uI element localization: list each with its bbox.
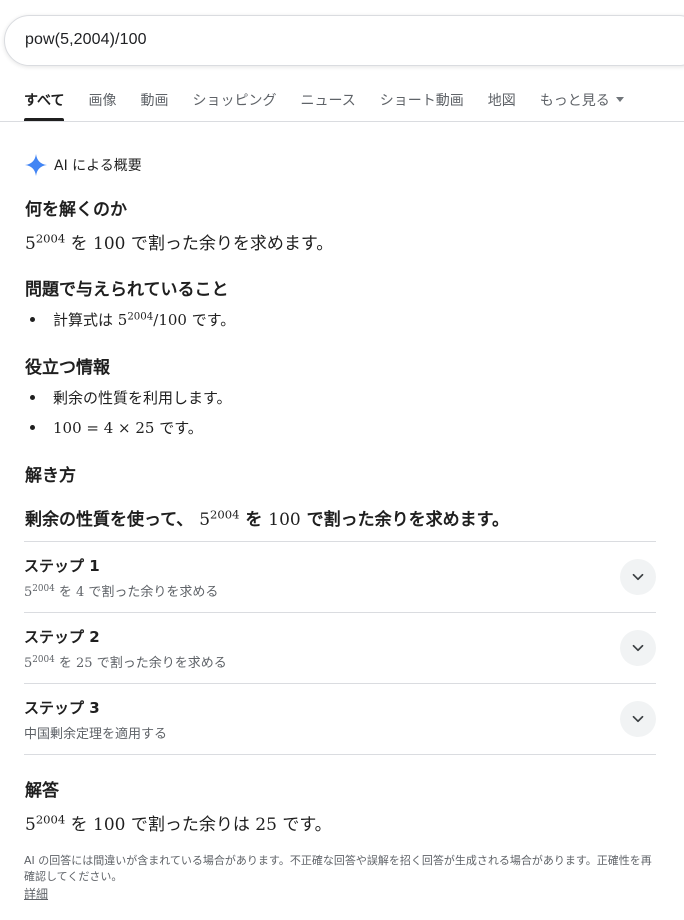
step-title: ステップ 2: [24, 628, 100, 646]
math-exponent: 2004: [210, 507, 240, 522]
text-fragment: で割った余りは: [125, 815, 256, 835]
list-item: 剰余の性質を利用します。: [30, 387, 232, 408]
details-link[interactable]: 詳細: [24, 885, 48, 902]
step-subtitle: 中国剰余定理を適用する: [24, 727, 168, 742]
expand-step-button[interactable]: [620, 701, 656, 737]
expand-step-button[interactable]: [620, 630, 656, 666]
chevron-down-icon: [632, 573, 644, 581]
math-base: 5: [199, 510, 211, 530]
text-fragment: です。: [186, 311, 236, 329]
bullet-dot: [30, 395, 35, 400]
tab-label: ニュース: [300, 93, 356, 109]
tab-short-videos[interactable]: ショート動画: [380, 90, 464, 121]
chevron-down-icon: [632, 644, 644, 652]
bullet-dot: [30, 425, 35, 430]
math-number: 100: [268, 510, 301, 530]
text-fragment: です。: [154, 419, 203, 437]
section-heading-answer: 解答: [25, 781, 59, 801]
expand-step-button[interactable]: [620, 559, 656, 595]
given-text: 計算式は 52004/100 です。: [53, 309, 235, 330]
what-text: 52004 を 100 で割った余りを求めます。: [25, 229, 333, 254]
text-fragment: で割った余りを求める: [84, 585, 219, 600]
math-expression: 100 = 4 × 25: [53, 419, 155, 437]
caret-down-icon: [615, 96, 624, 102]
text-fragment: で割った余りを求めます。: [125, 234, 334, 254]
math-result: 25: [255, 815, 277, 835]
tab-label: 動画: [140, 93, 169, 109]
math-base: 5: [25, 234, 36, 254]
info-text-2: 100 = 4 × 25 です。: [53, 417, 203, 438]
tab-label: もっと見る: [539, 93, 610, 109]
text-fragment: を: [65, 815, 94, 835]
tab-label: ショート動画: [379, 93, 464, 109]
search-box[interactable]: pow(5,2004)/100: [4, 15, 684, 66]
tab-label: すべて: [24, 93, 65, 109]
text-fragment: で割った余りを求めます。: [300, 510, 509, 530]
tab-videos[interactable]: 動画: [140, 90, 168, 121]
math-exponent: 2004: [32, 584, 55, 595]
howto-intro: 剰余の性質を使って、 52004 を 100 で割った余りを求めます。: [25, 505, 509, 530]
math-expression: /100: [153, 311, 187, 329]
list-item: 100 = 4 × 25 です。: [30, 417, 203, 438]
tab-images[interactable]: 画像: [88, 90, 116, 121]
tab-more[interactable]: もっと見る: [540, 90, 624, 121]
step-subtitle: 52004 を 25 で割った余りを求める: [24, 652, 227, 671]
tab-all[interactable]: すべて: [24, 90, 65, 121]
sparkle-icon: [25, 154, 47, 176]
step-title: ステップ 3: [24, 699, 100, 717]
tab-shopping[interactable]: ショッピング: [192, 90, 276, 121]
text-fragment: を: [54, 585, 77, 600]
tab-label: 地図: [487, 93, 516, 109]
tab-label: ショッピング: [192, 93, 277, 109]
section-heading-what: 何を解くのか: [25, 200, 127, 220]
step-title: ステップ 1: [24, 557, 100, 575]
text-fragment: 剰余の性質を使って、: [25, 510, 200, 530]
text-fragment: です。: [276, 815, 332, 835]
search-tabs: すべて 画像 動画 ショッピング ニュース ショート動画 地図 もっと見る: [24, 90, 648, 121]
search-input[interactable]: pow(5,2004)/100: [25, 31, 147, 49]
text-fragment: で割った余りを求める: [92, 656, 227, 671]
step-1[interactable]: ステップ 1 52004 を 4 で割った余りを求める: [24, 542, 656, 613]
section-heading-given: 問題で与えられていること: [25, 280, 229, 300]
answer-text: 52004 を 100 で割った余りは 25 です。: [25, 810, 332, 835]
math-exponent: 2004: [32, 655, 55, 666]
tab-label: 画像: [88, 93, 117, 109]
text-fragment: を: [239, 510, 269, 530]
step-subtitle: 52004 を 4 で割った余りを求める: [24, 581, 218, 600]
math-number: 25: [76, 656, 93, 671]
text-fragment: 計算式は: [53, 311, 118, 329]
tabs-divider: [0, 121, 684, 122]
math-exponent: 2004: [127, 311, 154, 323]
step-2[interactable]: ステップ 2 52004 を 25 で割った余りを求める: [24, 613, 656, 684]
ai-overview-label: AI による概要: [54, 158, 142, 174]
ai-disclaimer: AI の回答には間違いが含まれている場合があります。不正確な回答や誤解を招く回答…: [24, 854, 652, 883]
info-text-1: 剰余の性質を利用します。: [53, 389, 232, 407]
math-base: 5: [117, 311, 128, 329]
math-exponent: 2004: [35, 812, 66, 827]
chevron-down-icon: [632, 715, 644, 723]
text-fragment: を: [65, 234, 94, 254]
math-exponent: 2004: [35, 231, 66, 246]
math-base: 5: [25, 815, 36, 835]
section-heading-info: 役立つ情報: [25, 358, 110, 378]
text-fragment: を: [54, 656, 77, 671]
tab-maps[interactable]: 地図: [488, 90, 516, 121]
math-number: 100: [93, 815, 126, 835]
step-3[interactable]: ステップ 3 中国剰余定理を適用する: [24, 684, 656, 755]
tab-news[interactable]: ニュース: [300, 90, 355, 121]
math-number: 100: [93, 234, 126, 254]
bullet-dot: [30, 317, 35, 322]
list-item: 計算式は 52004/100 です。: [30, 309, 235, 330]
ai-overview-header: AI による概要: [24, 153, 142, 177]
section-heading-howto: 解き方: [25, 466, 76, 486]
